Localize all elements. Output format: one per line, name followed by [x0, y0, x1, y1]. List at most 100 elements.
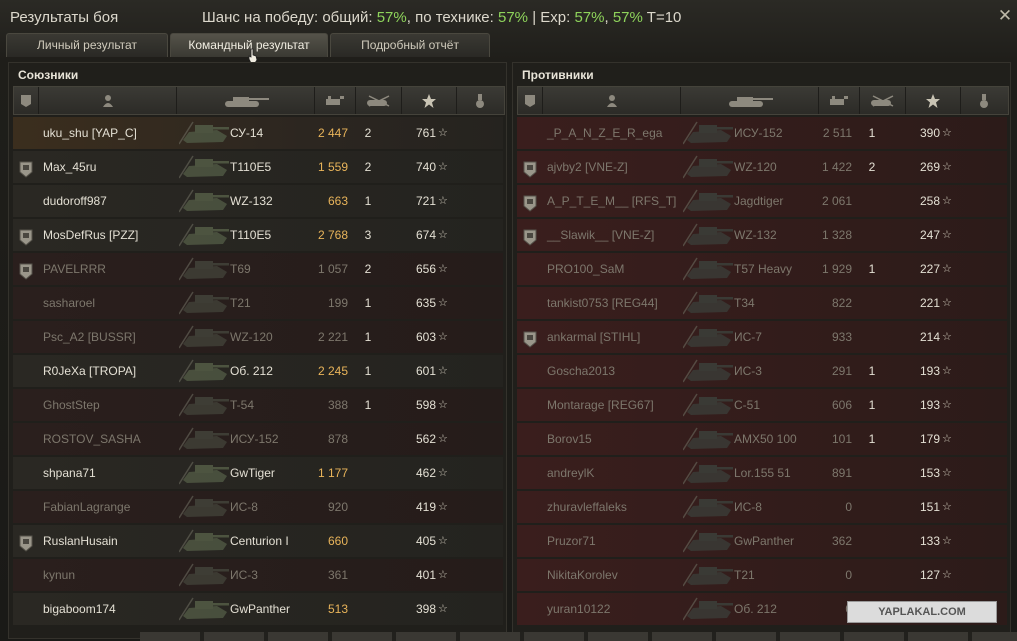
player-name: kynun: [43, 568, 76, 582]
tank-icon[interactable]: [681, 87, 819, 114]
tank-image-icon: [682, 154, 735, 180]
tank-name: ИС-8: [734, 500, 762, 514]
damage-value: 933: [831, 330, 852, 344]
player-name: ajvby2 [VNE-Z]: [547, 160, 628, 174]
enemies-list: _P_A_N_Z_E_R_ega ИСУ-152 2 511 1 390 ☆ ajvby2 …: [517, 117, 1007, 627]
ally-table-row[interactable]: Max_45ru T110E5 1 559 2 740 ☆: [13, 151, 503, 183]
damage-icon[interactable]: [315, 87, 356, 114]
damage-icon[interactable]: [819, 87, 860, 114]
player-icon[interactable]: [543, 87, 681, 114]
ally-table-row[interactable]: PAVELRRR T69 1 057 2 656 ☆: [13, 253, 503, 285]
tank-name: T-54: [230, 398, 255, 412]
player-name: uku_shu [YAP_C]: [43, 126, 137, 140]
player-name: zhuravleffaleks: [547, 500, 627, 514]
platoon-badge-icon: [523, 328, 537, 348]
ally-table-row[interactable]: uku_shu [YAP_C] СУ-14 2 447 2 761 ☆: [13, 117, 503, 149]
star-icon: ☆: [438, 433, 448, 445]
player-name: __Slawik__ [VNE-Z]: [547, 228, 655, 242]
star-icon: ☆: [438, 603, 448, 615]
platoon-badge-icon: [19, 532, 33, 552]
star-icon: ☆: [438, 501, 448, 513]
star-icon: ☆: [438, 467, 448, 479]
exp-value: 151: [919, 500, 940, 514]
player-name: NikitaKorolev: [547, 568, 618, 582]
exp-value: 247: [919, 228, 940, 242]
star-icon[interactable]: [402, 87, 457, 114]
kills-value: 3: [364, 228, 372, 242]
enemy-table-row[interactable]: Pruzor71 GwPanther 362 133 ☆: [517, 525, 1007, 557]
tab-personal-result[interactable]: Личный результат: [6, 33, 168, 57]
close-icon[interactable]: ✕: [995, 6, 1015, 26]
ally-table-row[interactable]: FabianLagrange ИС-8 920 419 ☆: [13, 491, 503, 523]
ally-table-row[interactable]: dudoroff987 WZ-132 663 1 721 ☆: [13, 185, 503, 217]
damage-value: 1 328: [821, 228, 852, 242]
ally-table-row[interactable]: R0JeXa [TROPA] Об. 212 2 245 1 601 ☆: [13, 355, 503, 387]
enemy-table-row[interactable]: zhuravleffaleks ИС-8 0 151 ☆: [517, 491, 1007, 523]
ally-table-row[interactable]: Psc_A2 [BUSSR] WZ-120 2 221 1 603 ☆: [13, 321, 503, 353]
tank-image-icon: [178, 562, 231, 588]
enemy-table-row[interactable]: Montarage [REG67] С-51 606 1 193 ☆: [517, 389, 1007, 421]
medal-icon[interactable]: [457, 87, 503, 114]
player-icon[interactable]: [39, 87, 177, 114]
player-name: shpana71: [43, 466, 96, 480]
tank-name: GwTiger: [230, 466, 275, 480]
tank-image-icon: [682, 188, 735, 214]
star-icon[interactable]: [906, 87, 961, 114]
player-name: Pruzor71: [547, 534, 596, 548]
kills-value: 2: [364, 126, 372, 140]
chance-exp2: 57%: [612, 9, 643, 26]
player-name: Montarage [REG67]: [547, 398, 654, 412]
exp-value: 133: [919, 534, 940, 548]
tank-image-icon: [682, 222, 735, 248]
enemy-table-row[interactable]: ajvby2 [VNE-Z] WZ-120 1 422 2 269 ☆: [517, 151, 1007, 183]
enemy-table-row[interactable]: ankarmal [STIHL] ИС-7 933 214 ☆: [517, 321, 1007, 353]
platoon-badge-icon: [19, 226, 33, 246]
enemy-table-row[interactable]: Borov15 AMX50 100 101 1 179 ☆: [517, 423, 1007, 455]
chance-tier: T=10: [646, 9, 682, 26]
enemy-table-row[interactable]: __Slawik__ [VNE-Z] WZ-132 1 328 247 ☆: [517, 219, 1007, 251]
ally-table-row[interactable]: shpana71 GwTiger 1 177 462 ☆: [13, 457, 503, 489]
ally-table-row[interactable]: bigaboom174 GwPanther 513 398 ☆: [13, 593, 503, 625]
ally-table-row[interactable]: MosDefRus [PZZ] T110E5 2 768 3 674 ☆: [13, 219, 503, 251]
allies-panel: Союзники uku_shu [YAP_C] СУ-14 2 447 2 7…: [8, 62, 507, 639]
tab-detailed-report[interactable]: Подробный отчёт: [330, 33, 490, 57]
damage-value: 878: [327, 432, 348, 446]
tank-name: T69: [230, 262, 251, 276]
tank-icon[interactable]: [177, 87, 315, 114]
star-icon: ☆: [438, 297, 448, 309]
star-icon: ☆: [942, 229, 952, 241]
platoon-badge-icon: [523, 158, 537, 178]
exp-value: 269: [919, 160, 940, 174]
medal-icon[interactable]: [961, 87, 1007, 114]
ally-table-row[interactable]: GhostStep T-54 388 1 598 ☆: [13, 389, 503, 421]
ally-table-row[interactable]: sasharoel T21 199 1 635 ☆: [13, 287, 503, 319]
damage-value: 0: [845, 568, 852, 582]
enemy-table-row[interactable]: andreylK Lor.155 51 891 153 ☆: [517, 457, 1007, 489]
tank-name: T110E5: [230, 228, 272, 242]
kills-value: 1: [868, 432, 876, 446]
damage-value: 1 422: [821, 160, 852, 174]
platoon-icon[interactable]: [14, 87, 39, 114]
tank-name: T21: [734, 568, 755, 582]
ally-table-row[interactable]: kynun ИС-3 361 401 ☆: [13, 559, 503, 591]
enemy-table-row[interactable]: A_P_T_E_M__ [RFS_T] Jagdtiger 2 061 258 ☆: [517, 185, 1007, 217]
platoon-icon[interactable]: [518, 87, 543, 114]
tank-name: T21: [230, 296, 251, 310]
enemy-table-row[interactable]: NikitaKorolev T21 0 127 ☆: [517, 559, 1007, 591]
tank-name: AMX50 100: [734, 432, 797, 446]
kills-icon[interactable]: [356, 87, 402, 114]
enemy-table-row[interactable]: PRO100_SaM T57 Heavy 1 929 1 227 ☆: [517, 253, 1007, 285]
damage-value: 0: [792, 593, 852, 625]
enemy-table-row[interactable]: _P_A_N_Z_E_R_ega ИСУ-152 2 511 1 390 ☆: [517, 117, 1007, 149]
exp-value: 153: [919, 466, 940, 480]
exp-value: 390: [919, 126, 940, 140]
damage-value: 920: [327, 500, 348, 514]
exp-value: 761: [415, 126, 436, 140]
enemy-table-row[interactable]: tankist0753 [REG44] T34 822 221 ☆: [517, 287, 1007, 319]
ally-table-row[interactable]: RuslanHusain Centurion I 660 405 ☆: [13, 525, 503, 557]
enemy-table-row[interactable]: Goscha2013 ИС-3 291 1 193 ☆: [517, 355, 1007, 387]
kills-icon[interactable]: [860, 87, 906, 114]
star-icon: ☆: [438, 569, 448, 581]
win-chance-info: Шанс на победу: общий: 57%, по технике: …: [202, 9, 681, 26]
ally-table-row[interactable]: ROSTOV_SASHA ИСУ-152 878 562 ☆: [13, 423, 503, 455]
